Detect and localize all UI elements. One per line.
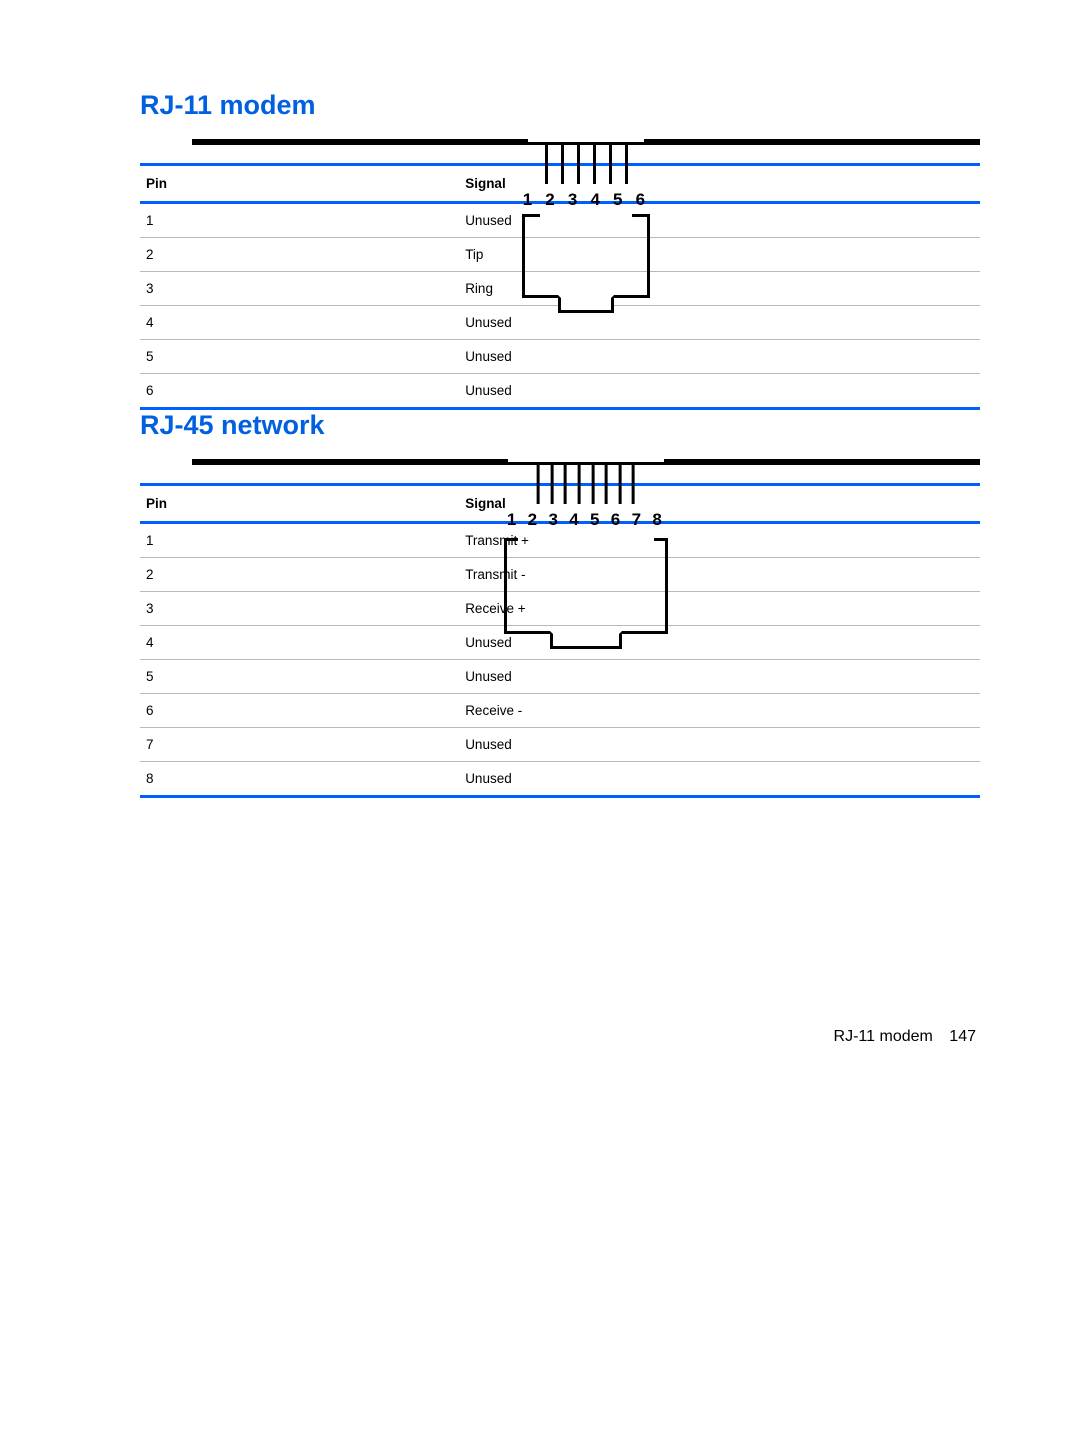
cell-pin: 7 [140,728,459,762]
cell-signal: Unused [459,374,980,409]
rj45-pin-numbers: 1 2 3 4 5 6 7 8 [507,510,665,530]
cell-pin: 3 [140,272,459,306]
rj45-connector-diagram: 1 2 3 4 5 6 7 8 [192,459,980,465]
cell-signal: Unused [459,728,980,762]
table-row: 7Unused [140,728,980,762]
table-row: 6Unused [140,374,980,409]
cell-pin: 1 [140,203,459,238]
cell-pin: 4 [140,306,459,340]
cell-signal: Unused [459,660,980,694]
cell-pin: 2 [140,558,459,592]
footer-section-label: RJ-11 modem [834,1028,933,1045]
table-row: 5Unused [140,340,980,374]
table-row: 6Receive - [140,694,980,728]
cell-pin: 5 [140,340,459,374]
cell-signal: Unused [459,306,980,340]
cell-signal: Unused [459,762,980,797]
table-row: 8Unused [140,762,980,797]
cell-pin: 8 [140,762,459,797]
col-header-pin: Pin [140,165,459,203]
cell-signal: Receive - [459,694,980,728]
cell-pin: 6 [140,374,459,409]
cell-pin: 4 [140,626,459,660]
page-number: 147 [949,1028,976,1045]
cell-pin: 2 [140,238,459,272]
rj11-pin-numbers: 1 2 3 4 5 6 [523,190,650,210]
cell-pin: 5 [140,660,459,694]
cell-pin: 3 [140,592,459,626]
col-header-pin: Pin [140,485,459,523]
page-footer: RJ-11 modem 147 [140,1028,980,1046]
cell-pin: 6 [140,694,459,728]
heading-rj45: RJ-45 network [140,410,980,441]
table-row: 5Unused [140,660,980,694]
cell-pin: 1 [140,523,459,558]
rj11-connector-diagram: 1 2 3 4 5 6 [192,139,980,145]
cell-signal: Unused [459,340,980,374]
heading-rj11: RJ-11 modem [140,90,980,121]
